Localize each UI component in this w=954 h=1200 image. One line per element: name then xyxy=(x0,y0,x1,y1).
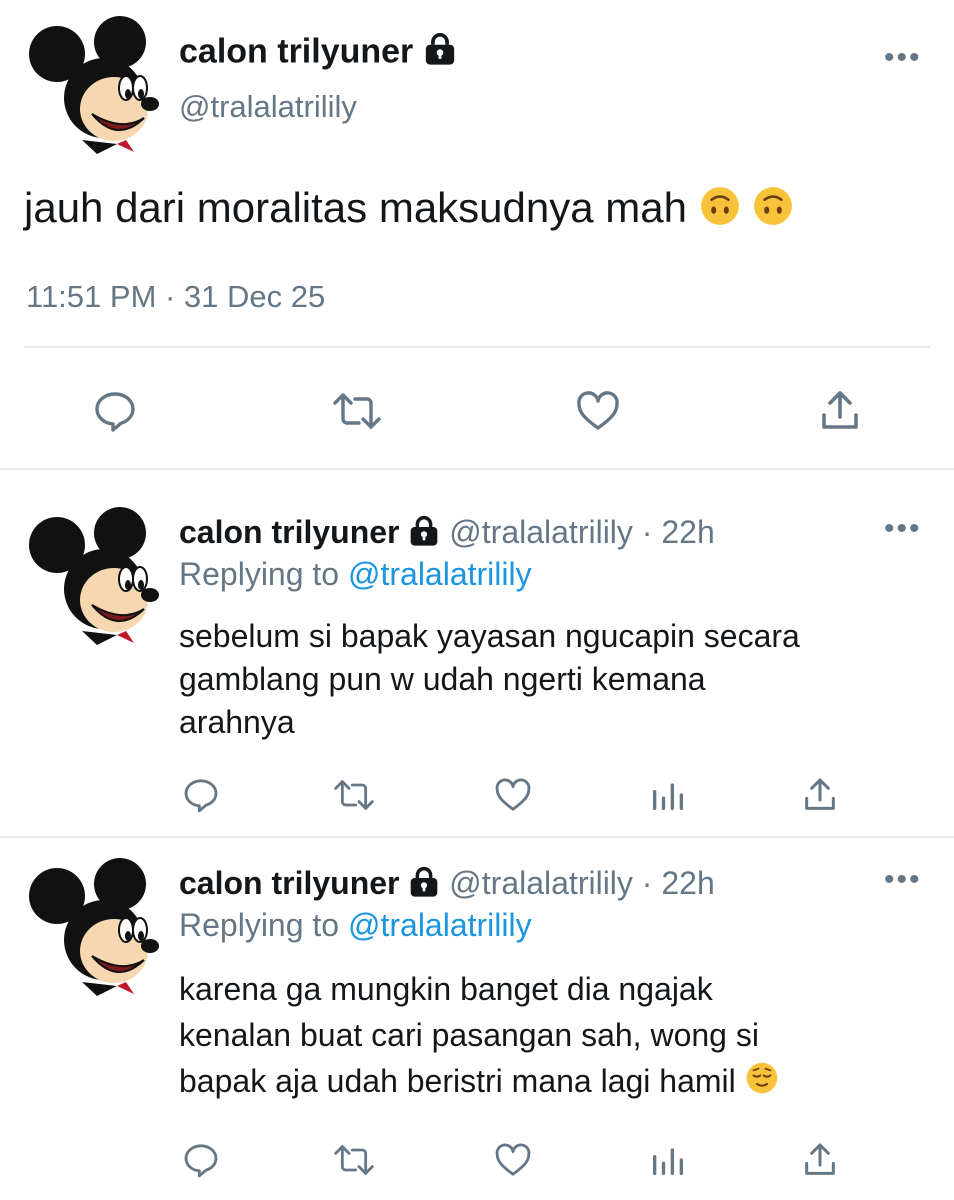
replying-to-label: Replying to xyxy=(179,556,340,592)
lock-icon xyxy=(423,32,457,75)
reply-icon[interactable] xyxy=(181,1140,221,1180)
more-label: ••• xyxy=(884,512,922,545)
share-icon[interactable] xyxy=(800,1140,840,1180)
like-icon[interactable] xyxy=(492,1140,534,1180)
avatar[interactable] xyxy=(22,856,162,996)
tweet-time[interactable]: · 22h xyxy=(642,514,715,550)
reply-icon[interactable] xyxy=(91,387,139,435)
analytics-icon[interactable] xyxy=(648,775,688,815)
reply-text-line: karena ga mungkin banget dia ngajak xyxy=(179,971,713,1007)
display-name[interactable]: calon trilyuner xyxy=(179,32,413,70)
user-handle[interactable]: @tralalatrilily xyxy=(179,89,357,125)
display-name[interactable]: calon trilyuner xyxy=(179,514,400,550)
replying-to-handle[interactable]: @tralalatrilily xyxy=(348,556,532,592)
analytics-icon[interactable] xyxy=(648,1140,688,1180)
more-options-icon[interactable]: ••• xyxy=(884,43,922,73)
upside-down-face-emoji xyxy=(752,185,794,237)
reply-text-line: sebelum si bapak yayasan ngucapin secara xyxy=(179,618,800,654)
divider xyxy=(0,836,954,838)
like-icon[interactable] xyxy=(492,775,534,815)
divider xyxy=(24,346,930,348)
reply-text-line: bapak aja udah beristri mana lagi hamil xyxy=(179,1063,736,1099)
share-icon[interactable] xyxy=(816,387,864,435)
display-name[interactable]: calon trilyuner xyxy=(179,865,400,901)
replying-to-label: Replying to xyxy=(179,907,340,943)
user-handle[interactable]: @tralalatrilily xyxy=(449,514,633,550)
upside-down-face-emoji xyxy=(699,185,741,237)
more-label: ••• xyxy=(884,863,922,896)
more-options-icon[interactable]: ••• xyxy=(884,514,922,544)
replying-to-handle[interactable]: @tralalatrilily xyxy=(348,907,532,943)
like-icon[interactable] xyxy=(573,387,623,435)
retweet-icon[interactable] xyxy=(332,775,376,815)
reply-text-line: gamblang pun w udah ngerti kemana xyxy=(179,661,706,697)
reply-text-line: kenalan buat cari pasangan sah, wong si xyxy=(179,1017,759,1053)
tweet-timestamp[interactable]: 11:51 PM · 31 Dec 25 xyxy=(26,279,325,315)
lock-icon xyxy=(408,866,440,906)
retweet-icon[interactable] xyxy=(331,387,383,435)
divider xyxy=(0,468,954,470)
retweet-icon[interactable] xyxy=(332,1140,376,1180)
user-handle[interactable]: @tralalatrilily xyxy=(449,865,633,901)
reply-text-line: arahnya xyxy=(179,704,295,740)
avatar[interactable] xyxy=(22,505,162,645)
relieved-face-emoji xyxy=(745,1061,779,1107)
avatar[interactable] xyxy=(22,14,162,154)
tweet-text: jauh dari moralitas maksudnya mah xyxy=(24,184,687,231)
share-icon[interactable] xyxy=(800,775,840,815)
more-options-icon[interactable]: ••• xyxy=(884,865,922,895)
reply-icon[interactable] xyxy=(181,775,221,815)
tweet-time[interactable]: · 22h xyxy=(642,865,715,901)
more-label: ••• xyxy=(884,41,922,74)
lock-icon xyxy=(408,515,440,555)
